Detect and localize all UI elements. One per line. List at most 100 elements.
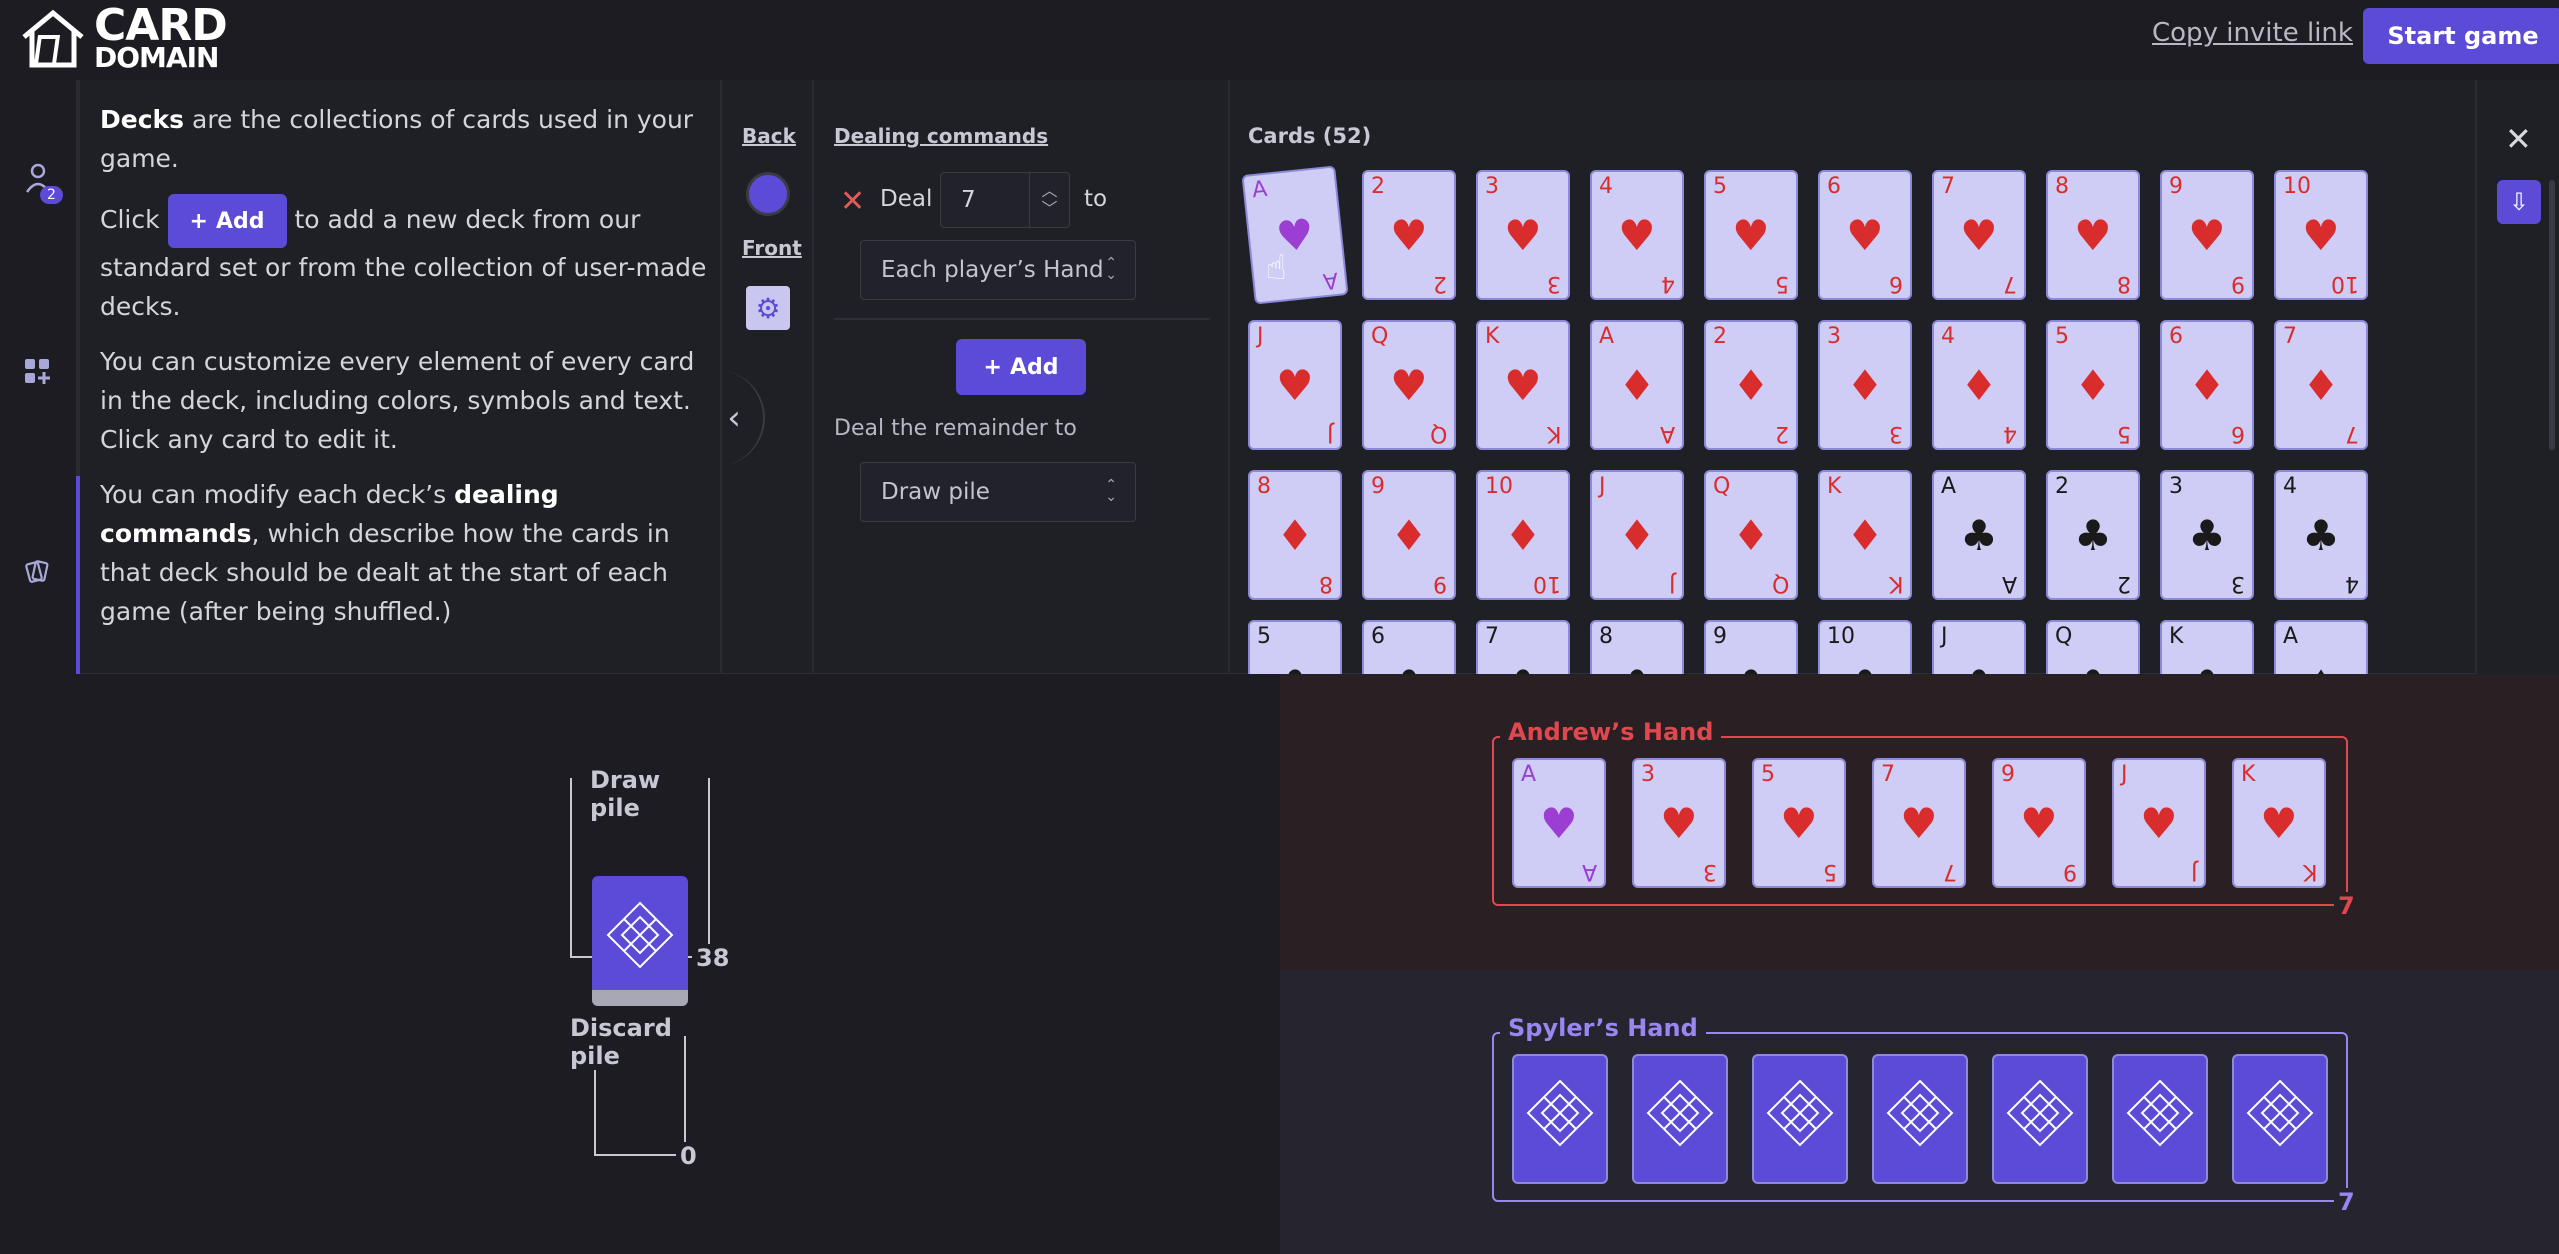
start-game-button[interactable]: Start game <box>2363 8 2559 64</box>
card[interactable]: 3 ♦ 3 <box>1818 320 1912 450</box>
chevron-up-icon[interactable]: ︿ <box>1041 182 1057 200</box>
remove-command-icon[interactable]: ✕ <box>840 184 865 219</box>
help-p1-rest: are the collections of cards used in you… <box>100 105 694 173</box>
card-rank: K <box>2302 859 2317 884</box>
card[interactable]: 5 ♥ 5 <box>1752 758 1846 888</box>
card-suit: ♦ <box>1846 361 1884 410</box>
card[interactable]: 8♣8 <box>1590 620 1684 674</box>
draw-pile-top-card[interactable] <box>592 876 688 1006</box>
deal-count-input[interactable]: 7 ︿ ﹀ <box>940 172 1070 228</box>
card-suit: ♥ <box>1732 211 1770 260</box>
card-back[interactable] <box>2232 1054 2328 1184</box>
card-rank: 10 <box>1827 624 1855 649</box>
card[interactable]: 3 ♥ 3 <box>1476 170 1570 300</box>
card[interactable]: 8 ♦ 8 <box>1248 470 1342 600</box>
copy-invite-link[interactable]: Copy invite link <box>2152 18 2353 48</box>
card[interactable]: 9 ♥ 9 <box>2160 170 2254 300</box>
card[interactable]: 7 ♦ 7 <box>2274 320 2368 450</box>
card[interactable]: 5 ♦ 5 <box>2046 320 2140 450</box>
card[interactable]: 10 ♥ 10 <box>2274 170 2368 300</box>
card[interactable]: 9♣9 <box>1704 620 1798 674</box>
card-rank: K <box>1827 474 1842 499</box>
card[interactable]: A ♣ A <box>1932 470 2026 600</box>
card[interactable]: K ♥ K <box>2232 758 2326 888</box>
card-rank: 9 <box>2231 271 2245 296</box>
card[interactable]: Q ♦ Q <box>1704 470 1798 600</box>
card[interactable]: 10 ♦ 10 <box>1476 470 1570 600</box>
card[interactable]: 3 ♥ 3 <box>1632 758 1726 888</box>
card-suit: ♥ <box>2302 211 2340 260</box>
card[interactable]: 5♣5 <box>1248 620 1342 674</box>
card[interactable]: J ♥ J <box>2112 758 2206 888</box>
front-design-swatch[interactable]: ⚙ <box>746 286 790 330</box>
card[interactable]: A ♥ A <box>1512 758 1606 888</box>
back-color-swatch[interactable] <box>746 172 790 216</box>
gear-icon: ⚙ <box>755 291 781 325</box>
card-suit: ♦ <box>1846 511 1884 560</box>
card[interactable]: Q♣Q <box>2046 620 2140 674</box>
card[interactable]: 6 ♦ 6 <box>2160 320 2254 450</box>
card-back[interactable] <box>2112 1054 2208 1184</box>
card[interactable]: A ♥ A <box>1241 165 1349 305</box>
card-rank: 8 <box>1319 571 1333 596</box>
card[interactable]: 8 ♥ 8 <box>2046 170 2140 300</box>
card-rank: 4 <box>2003 421 2017 446</box>
card[interactable]: J ♥ J <box>1248 320 1342 450</box>
card[interactable]: 3 ♣ 3 <box>2160 470 2254 600</box>
card-back[interactable] <box>1872 1054 1968 1184</box>
card[interactable]: 4 ♦ 4 <box>1932 320 2026 450</box>
card-back-pattern-icon <box>2006 1079 2074 1147</box>
card[interactable]: 10♣10 <box>1818 620 1912 674</box>
card[interactable]: 9 ♥ 9 <box>1992 758 2086 888</box>
scrollbar[interactable] <box>2549 180 2555 450</box>
card-back[interactable] <box>1512 1054 1608 1184</box>
card[interactable]: Q ♥ Q <box>1362 320 1456 450</box>
card[interactable]: K ♥ K <box>1476 320 1570 450</box>
deal-target-select[interactable]: Each player’s Hand ⌃ ⌄ <box>860 240 1136 300</box>
card[interactable]: J♣J <box>1932 620 2026 674</box>
card-suit: ♦ <box>2074 361 2112 410</box>
chevron-down-icon[interactable]: ﹀ <box>1041 200 1057 218</box>
card[interactable]: 7 ♥ 7 <box>1872 758 1966 888</box>
cards-icon[interactable] <box>24 558 50 591</box>
card[interactable]: 6 ♥ 6 <box>1818 170 1912 300</box>
card[interactable]: 4 ♥ 4 <box>1590 170 1684 300</box>
card[interactable]: K ♦ K <box>1818 470 1912 600</box>
help-add-button[interactable]: + Add <box>167 194 287 248</box>
card-rank: 9 <box>1713 624 1727 649</box>
card[interactable]: J ♦ J <box>1590 470 1684 600</box>
card[interactable]: 5 ♥ 5 <box>1704 170 1798 300</box>
remainder-target-select[interactable]: Draw pile ⌃ ⌄ <box>860 462 1136 522</box>
add-command-button[interactable]: + Add <box>956 339 1086 395</box>
rail-active-indicator <box>76 476 80 674</box>
add-widget-icon[interactable] <box>24 358 50 391</box>
card-back[interactable] <box>1992 1054 2088 1184</box>
dealing-commands-title[interactable]: Dealing commands <box>834 124 1048 148</box>
close-icon[interactable]: ✕ <box>2505 120 2532 158</box>
card-back[interactable] <box>1752 1054 1848 1184</box>
to-label: to <box>1084 186 1108 212</box>
back-label[interactable]: Back <box>742 124 796 148</box>
download-icon[interactable]: ⇩ <box>2497 180 2541 224</box>
card-suit: ♣ <box>1250 662 1340 675</box>
card[interactable]: 6♣6 <box>1362 620 1456 674</box>
card[interactable]: 7♣7 <box>1476 620 1570 674</box>
app-logo[interactable]: CARD DOMAIN <box>18 4 228 74</box>
card[interactable]: 7 ♥ 7 <box>1932 170 2026 300</box>
card[interactable]: A ♦ A <box>1590 320 1684 450</box>
card-suit: ♣ <box>2302 511 2340 560</box>
card-back[interactable] <box>1632 1054 1728 1184</box>
logo-line-2: DOMAIN <box>94 41 219 74</box>
card[interactable]: 9 ♦ 9 <box>1362 470 1456 600</box>
card[interactable]: 2 ♥ 2 <box>1362 170 1456 300</box>
card-rank: 8 <box>2117 271 2131 296</box>
card[interactable]: K♣K <box>2160 620 2254 674</box>
card[interactable]: A♠A <box>2274 620 2368 674</box>
deal-count-stepper[interactable]: ︿ ﹀ <box>1029 173 1069 227</box>
card[interactable]: 2 ♦ 2 <box>1704 320 1798 450</box>
card[interactable]: 4 ♣ 4 <box>2274 470 2368 600</box>
front-label[interactable]: Front <box>742 236 802 260</box>
card-rank: A <box>2283 624 2299 649</box>
card-rank: Q <box>1713 474 1731 499</box>
card[interactable]: 2 ♣ 2 <box>2046 470 2140 600</box>
